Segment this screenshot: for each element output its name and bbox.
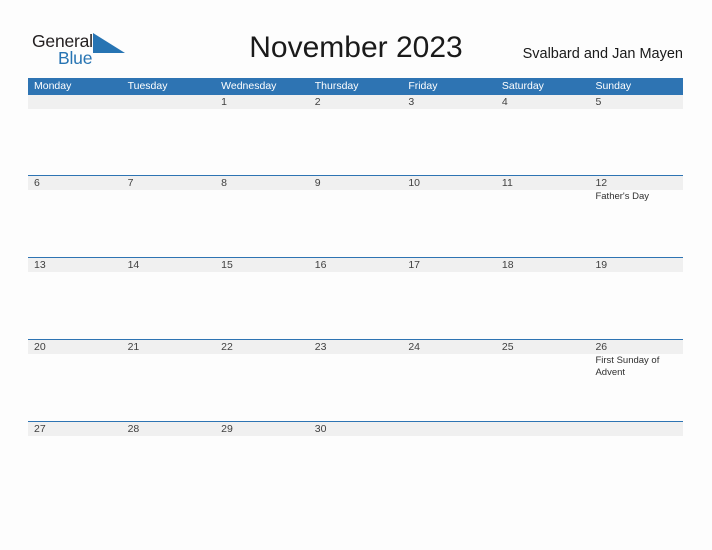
weekday-header-monday: Monday: [34, 80, 72, 92]
day-number[interactable]: 14: [122, 258, 216, 272]
day-cell[interactable]: [215, 190, 309, 257]
week-date-strip: 6 7 8 9 10 11 12: [28, 176, 683, 190]
day-number[interactable]: 28: [122, 422, 216, 436]
calendar-grid: Monday Tuesday Wednesday Thursday Friday…: [28, 78, 683, 456]
day-cell[interactable]: [309, 354, 403, 421]
day-cell[interactable]: [122, 272, 216, 339]
day-cell[interactable]: [122, 109, 216, 175]
day-number[interactable]: 1: [215, 95, 309, 109]
day-cell[interactable]: [309, 109, 403, 175]
weekday-header-sunday: Sunday: [595, 80, 632, 92]
day-cell[interactable]: [496, 272, 590, 339]
day-cell[interactable]: [589, 272, 683, 339]
day-cell[interactable]: [402, 109, 496, 175]
day-number[interactable]: 8: [215, 176, 309, 190]
day-number[interactable]: 9: [309, 176, 403, 190]
day-cell[interactable]: [28, 190, 122, 257]
day-number[interactable]: [589, 422, 683, 436]
day-cell[interactable]: [28, 354, 122, 421]
day-number[interactable]: 20: [28, 340, 122, 354]
day-number[interactable]: 19: [589, 258, 683, 272]
weekday-header-saturday: Saturday: [501, 80, 544, 92]
day-number[interactable]: [28, 95, 122, 109]
week-date-strip: 20 21 22 23 24 25 26: [28, 340, 683, 354]
day-number[interactable]: 18: [496, 258, 590, 272]
day-number[interactable]: 7: [122, 176, 216, 190]
day-cell[interactable]: [402, 272, 496, 339]
day-number[interactable]: 30: [309, 422, 403, 436]
day-cell[interactable]: [402, 190, 496, 257]
day-number[interactable]: 25: [496, 340, 590, 354]
day-cell[interactable]: [28, 436, 122, 456]
day-cell[interactable]: Father's Day: [589, 190, 683, 257]
weekday-header-friday: Friday: [408, 80, 438, 92]
calendar-week-row: 20 21 22 23 24 25 26 First Sunday of Adv…: [28, 339, 683, 421]
event-label: First Sunday of Advent: [595, 355, 660, 378]
week-event-strip: Father's Day: [28, 190, 683, 257]
day-number[interactable]: 10: [402, 176, 496, 190]
day-number[interactable]: 15: [215, 258, 309, 272]
day-number[interactable]: 26: [589, 340, 683, 354]
calendar-week-row: 1 2 3 4 5: [28, 95, 683, 175]
day-cell[interactable]: [122, 436, 216, 456]
day-cell[interactable]: [28, 109, 122, 175]
calendar-page: General Blue November 2023 Svalbard and …: [0, 0, 712, 550]
weekday-header-tuesday: Tuesday: [127, 80, 168, 92]
day-cell[interactable]: [496, 109, 590, 175]
week-date-strip: 13 14 15 16 17 18 19: [28, 258, 683, 272]
calendar-week-row: 27 28 29 30: [28, 421, 683, 456]
day-number[interactable]: 27: [28, 422, 122, 436]
day-cell[interactable]: [309, 272, 403, 339]
day-cell[interactable]: [402, 354, 496, 421]
day-number[interactable]: 6: [28, 176, 122, 190]
day-cell[interactable]: [215, 436, 309, 456]
day-number[interactable]: 23: [309, 340, 403, 354]
week-event-strip: First Sunday of Advent: [28, 354, 683, 421]
day-number[interactable]: 3: [402, 95, 496, 109]
day-cell[interactable]: [215, 109, 309, 175]
day-number[interactable]: 17: [402, 258, 496, 272]
day-cell[interactable]: [215, 272, 309, 339]
day-number[interactable]: 16: [309, 258, 403, 272]
calendar-week-row: 13 14 15 16 17 18 19: [28, 257, 683, 339]
day-cell[interactable]: [496, 354, 590, 421]
day-number[interactable]: 24: [402, 340, 496, 354]
day-number[interactable]: 21: [122, 340, 216, 354]
day-cell[interactable]: [496, 190, 590, 257]
day-number[interactable]: 22: [215, 340, 309, 354]
region-label: Svalbard and Jan Mayen: [522, 46, 683, 62]
weekday-header-wednesday: Wednesday: [221, 80, 277, 92]
day-number[interactable]: 12: [589, 176, 683, 190]
day-number[interactable]: 4: [496, 95, 590, 109]
day-cell[interactable]: [589, 436, 683, 456]
day-number[interactable]: 29: [215, 422, 309, 436]
event-label: Father's Day: [595, 191, 650, 202]
day-number[interactable]: [402, 422, 496, 436]
week-event-strip: [28, 272, 683, 339]
day-number[interactable]: 5: [589, 95, 683, 109]
page-header: General Blue November 2023 Svalbard and …: [0, 0, 712, 78]
week-event-strip: [28, 436, 683, 456]
day-cell[interactable]: [122, 354, 216, 421]
day-cell[interactable]: [122, 190, 216, 257]
calendar-week-row: 6 7 8 9 10 11 12 Father's Day: [28, 175, 683, 257]
day-number[interactable]: 11: [496, 176, 590, 190]
day-cell[interactable]: [402, 436, 496, 456]
day-cell[interactable]: [215, 354, 309, 421]
day-number[interactable]: 13: [28, 258, 122, 272]
day-number[interactable]: 2: [309, 95, 403, 109]
day-cell[interactable]: [309, 436, 403, 456]
day-cell[interactable]: [28, 272, 122, 339]
day-number[interactable]: [122, 95, 216, 109]
weekday-header-row: Monday Tuesday Wednesday Thursday Friday…: [28, 78, 683, 95]
week-event-strip: [28, 109, 683, 175]
day-cell[interactable]: First Sunday of Advent: [589, 354, 683, 421]
week-date-strip: 1 2 3 4 5: [28, 95, 683, 109]
day-cell[interactable]: [496, 436, 590, 456]
day-cell[interactable]: [589, 109, 683, 175]
day-number[interactable]: [496, 422, 590, 436]
day-cell[interactable]: [309, 190, 403, 257]
week-date-strip: 27 28 29 30: [28, 422, 683, 436]
weekday-header-thursday: Thursday: [314, 80, 359, 92]
